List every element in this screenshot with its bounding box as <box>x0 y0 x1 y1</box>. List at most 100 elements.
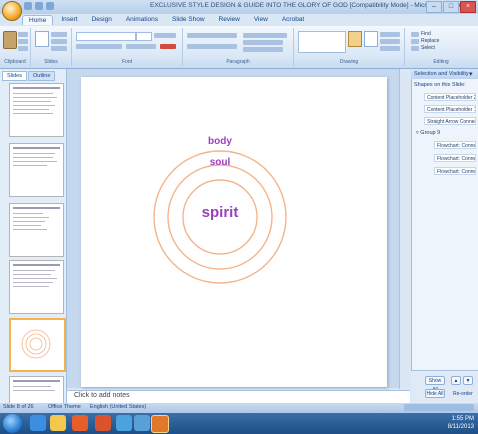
tab-outline[interactable]: Outline <box>27 71 56 81</box>
label-spirit[interactable]: spirit <box>190 204 250 221</box>
select-icon <box>411 46 419 51</box>
app-icon[interactable] <box>116 415 132 431</box>
copy-button[interactable] <box>18 39 28 44</box>
tab-design[interactable]: Design <box>86 15 118 25</box>
font-group: Font <box>72 28 183 66</box>
font-name-select[interactable] <box>76 32 136 41</box>
maximize-button[interactable]: □ <box>443 1 459 13</box>
smartart-button[interactable] <box>243 47 283 52</box>
slides-group-label: Slides <box>44 59 58 65</box>
drawing-group: Drawing <box>294 28 405 66</box>
tab-animations[interactable]: Animations <box>120 15 164 25</box>
move-up-icon[interactable]: ▲ <box>451 376 461 385</box>
text-direction-button[interactable] <box>243 33 287 38</box>
selection-pane-footer: Show All Hide All ▲ ▼ Re-order <box>411 370 478 404</box>
slide-counter: Slide 8 of 26 <box>3 404 34 410</box>
status-bar: Slide 8 of 26 Office Theme English (Unit… <box>0 403 478 413</box>
shape-item[interactable]: Flowchart: Connector 7 <box>434 154 476 162</box>
font-color-button[interactable] <box>160 44 176 49</box>
slides-pane-tabs: Slides Outline <box>2 71 56 81</box>
shape-item[interactable]: Straight Arrow Connector 4 <box>424 117 476 125</box>
shape-item[interactable]: Flowchart: Connector 6 <box>434 167 476 175</box>
selection-pane-title: Selection and Visibility <box>414 71 469 77</box>
office-button[interactable] <box>2 1 22 21</box>
new-slide-button[interactable] <box>35 31 49 47</box>
drawing-group-label: Drawing <box>339 59 359 65</box>
label-body[interactable]: body <box>200 136 240 147</box>
hide-all-button[interactable]: Hide All <box>425 389 445 398</box>
align-text-button[interactable] <box>243 40 283 45</box>
notes-placeholder[interactable]: Click to add notes <box>74 392 130 399</box>
slide-canvas[interactable]: body soul spirit <box>81 77 387 387</box>
shapes-gallery[interactable] <box>298 31 346 53</box>
undo-icon[interactable] <box>35 2 43 10</box>
reset-button[interactable] <box>51 39 67 44</box>
show-all-button[interactable]: Show All <box>425 376 445 393</box>
system-tray[interactable]: 1:55 PM 8/11/2013 <box>422 415 474 431</box>
slide-thumbnail[interactable] <box>9 143 64 197</box>
shape-item[interactable]: Content Placeholder 2 <box>424 93 476 101</box>
reorder-label: Re-order <box>453 391 473 397</box>
powerpoint-icon[interactable] <box>151 415 169 433</box>
redo-icon[interactable] <box>46 2 54 10</box>
layout-button[interactable] <box>51 32 67 37</box>
firefox-icon[interactable] <box>95 415 111 431</box>
paste-button[interactable] <box>3 31 17 49</box>
group-expander[interactable]: ▿ Group 9 <box>416 130 440 136</box>
tab-view[interactable]: View <box>248 15 274 25</box>
slides-group: Slides <box>31 28 72 66</box>
replace-button[interactable]: Replace <box>421 38 439 44</box>
format-painter-button[interactable] <box>18 46 28 51</box>
shape-effects-button[interactable] <box>380 46 400 51</box>
clock-date: 8/11/2013 <box>447 424 474 430</box>
editing-group: Find Replace Select Editing <box>405 28 477 66</box>
grow-shrink-font-buttons[interactable] <box>154 33 176 38</box>
replace-icon <box>411 39 419 44</box>
tab-acrobat[interactable]: Acrobat <box>276 15 310 25</box>
tab-review[interactable]: Review <box>213 15 246 25</box>
slide-thumbnail[interactable] <box>9 83 64 137</box>
selection-pane-subtitle: Shapes on this Slide: <box>414 82 466 88</box>
minimize-button[interactable]: – <box>426 1 442 13</box>
shape-outline-button[interactable] <box>380 39 400 44</box>
explorer-icon[interactable] <box>50 415 66 431</box>
cut-button[interactable] <box>18 32 28 37</box>
label-soul[interactable]: soul <box>200 157 240 168</box>
quick-styles-button[interactable] <box>364 31 378 47</box>
word-icon[interactable] <box>134 415 150 431</box>
tab-slide-show[interactable]: Slide Show <box>166 15 211 25</box>
save-icon[interactable] <box>24 2 32 10</box>
alignment-buttons[interactable] <box>187 44 237 49</box>
slide-thumbnail[interactable] <box>9 203 64 257</box>
zoom-slider[interactable] <box>404 404 474 411</box>
group-label: Group 9 <box>420 130 441 136</box>
bold-italic-underline-buttons[interactable] <box>76 44 122 49</box>
slide-thumbnail[interactable] <box>9 376 64 404</box>
ie-icon[interactable] <box>30 415 46 431</box>
tab-home[interactable]: Home <box>22 15 54 25</box>
move-down-icon[interactable]: ▼ <box>463 376 473 385</box>
language-indicator[interactable]: English (United States) <box>90 404 146 410</box>
shape-item[interactable]: Content Placeholder 1 <box>424 105 476 113</box>
media-player-icon[interactable] <box>72 415 88 431</box>
bullets-numbering-buttons[interactable] <box>187 33 237 38</box>
delete-slide-button[interactable] <box>51 46 67 51</box>
shape-fill-button[interactable] <box>380 32 400 37</box>
slide-thumbnail[interactable] <box>9 260 64 314</box>
arrange-button[interactable] <box>348 31 362 47</box>
vertical-scrollbar[interactable] <box>399 69 410 389</box>
slide-thumbnail-selected[interactable] <box>9 318 66 372</box>
close-icon[interactable]: ▾ <box>469 70 473 78</box>
paragraph-group: Paragraph <box>183 28 294 66</box>
tab-slides[interactable]: Slides <box>2 71 27 81</box>
select-button[interactable]: Select <box>421 45 435 51</box>
font-size-select[interactable] <box>136 32 152 41</box>
close-button[interactable]: × <box>460 1 476 13</box>
thumbnail-rings <box>21 329 51 359</box>
find-button[interactable]: Find <box>421 31 431 37</box>
tab-insert[interactable]: Insert <box>55 15 83 25</box>
shape-item[interactable]: Flowchart: Connector 8 <box>434 141 476 149</box>
start-button[interactable] <box>3 414 22 433</box>
char-spacing-buttons[interactable] <box>126 44 156 49</box>
editing-group-label: Editing <box>433 59 449 65</box>
